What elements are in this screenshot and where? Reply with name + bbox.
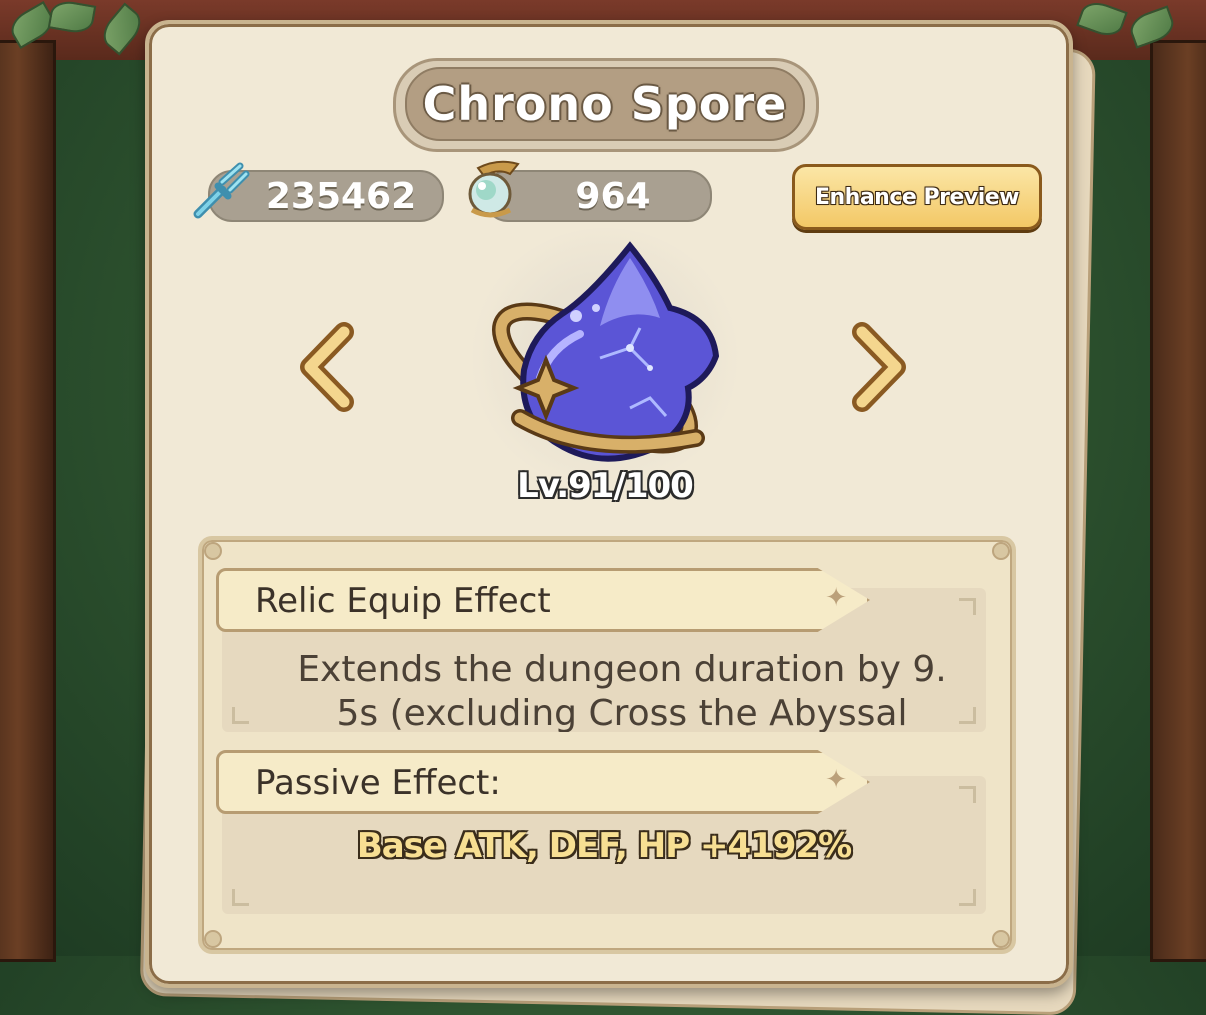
equip-effect-heading: Relic Equip Effect [255, 581, 551, 621]
corner-bracket [232, 707, 249, 724]
crystal-orb-icon [468, 160, 520, 218]
corner-bracket [232, 889, 249, 906]
corner-rivet [204, 542, 222, 560]
corner-rivet [204, 930, 222, 948]
corner-bracket [959, 707, 976, 724]
equip-effect-banner: Relic Equip Effect ✦ [216, 568, 870, 632]
equip-effect-text-line1: Extends the dungeon duration by 9. [297, 649, 947, 690]
previous-relic-arrow-icon[interactable] [296, 322, 360, 412]
passive-effect-heading: Passive Effect: [255, 763, 501, 803]
title-plaque-inner: Chrono Spore [405, 67, 805, 141]
tuning-fork-icon [193, 162, 250, 219]
sparkle-icon: ✦ [825, 765, 847, 795]
passive-effect-banner: Passive Effect: ✦ [216, 750, 870, 814]
currency-fork-value: 235462 [265, 175, 417, 217]
corner-rivet [992, 542, 1010, 560]
relic-level: Lv.91/100 [517, 466, 694, 506]
sparkle-icon: ✦ [825, 583, 847, 613]
passive-effect-value: Base ATK, DEF, HP +4192% [356, 826, 852, 866]
next-relic-arrow-icon[interactable] [846, 322, 910, 412]
relic-title: Chrono Spore [422, 77, 788, 131]
corner-bracket [959, 889, 976, 906]
background-frame-left [0, 40, 56, 962]
enhance-preview-label: Enhance Preview [814, 184, 1020, 210]
currency-orb-value: 964 [575, 175, 651, 217]
chrono-spore-relic-icon [491, 241, 720, 462]
enhance-preview-button[interactable]: Enhance Preview [792, 164, 1042, 230]
equip-effect-text-line2: 5s (excluding Cross the Abyssal [336, 693, 908, 732]
corner-bracket [959, 598, 976, 615]
background-frame-right [1150, 40, 1206, 962]
corner-bracket [959, 786, 976, 803]
relic-info-box: Extends the dungeon duration by 9. 5s (e… [198, 536, 1016, 954]
corner-rivet [992, 930, 1010, 948]
